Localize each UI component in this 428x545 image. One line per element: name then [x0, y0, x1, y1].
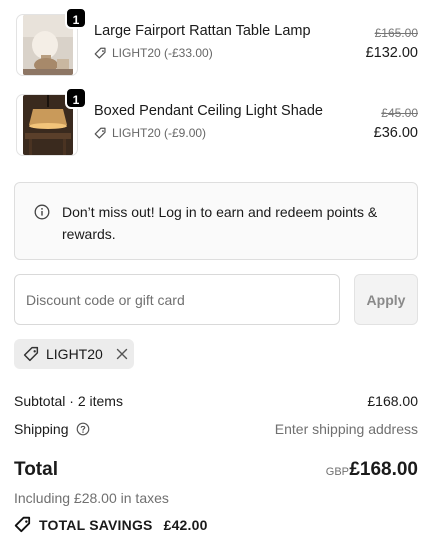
tax-note: Including £28.00 in taxes	[14, 490, 169, 506]
tag-icon	[94, 47, 106, 59]
item-price: £132.00	[365, 45, 418, 61]
line-item: 1 Large Fairport Rattan Table Lamp LIGHT…	[16, 7, 418, 76]
loyalty-notice: Don’t miss out! Log in to earn and redee…	[14, 182, 418, 260]
tag-icon	[23, 346, 39, 361]
item-discount-text: LIGHT20 (-£33.00)	[112, 46, 213, 60]
total-label: Total	[14, 459, 58, 480]
subtotal-row: Subtotal · 2 items £168.00	[14, 393, 418, 409]
quantity-badge: 1	[65, 7, 87, 29]
shipping-label: Shipping	[14, 421, 69, 437]
help-circle-icon[interactable]	[76, 422, 90, 436]
info-circle-icon	[34, 204, 50, 220]
savings-value: £42.00	[163, 517, 208, 533]
shipping-row: Shipping Enter shipping address	[14, 421, 418, 437]
tag-icon	[94, 127, 106, 139]
line-item: 1 Boxed Pendant Ceiling Light Shade LIGH…	[16, 87, 418, 156]
applied-discount-chip: LIGHT20	[14, 339, 134, 369]
savings-label: TOTAL SAVINGS	[39, 517, 153, 533]
item-discount: LIGHT20 (-£33.00)	[94, 46, 213, 60]
remove-discount-close-icon[interactable]	[115, 347, 129, 361]
apply-discount-button[interactable]: Apply	[354, 274, 418, 325]
notice-text: Don’t miss out! Log in to earn and redee…	[62, 204, 378, 242]
subtotal-value: £168.00	[367, 393, 418, 409]
quantity-badge: 1	[65, 87, 87, 109]
product-thumbnail: 1	[16, 87, 87, 156]
item-original-price: £165.00	[374, 26, 418, 40]
item-price: £36.00	[373, 125, 418, 141]
total-savings: TOTAL SAVINGS £42.00	[14, 516, 208, 534]
currency-code: GBP	[325, 466, 349, 478]
applied-code: LIGHT20	[46, 346, 103, 362]
shipping-value: Enter shipping address	[274, 421, 418, 437]
item-name: Large Fairport Rattan Table Lamp	[94, 23, 311, 39]
product-thumbnail: 1	[16, 7, 87, 76]
item-name: Boxed Pendant Ceiling Light Shade	[94, 103, 323, 119]
item-discount-text: LIGHT20 (-£9.00)	[112, 126, 207, 140]
savings-tag-icon	[14, 516, 31, 533]
item-original-price: £45.00	[381, 106, 418, 120]
item-discount: LIGHT20 (-£9.00)	[94, 126, 206, 140]
total-value: £168.00	[349, 459, 418, 480]
discount-code-input[interactable]	[14, 274, 340, 325]
subtotal-label: Subtotal · 2 items	[14, 393, 123, 409]
